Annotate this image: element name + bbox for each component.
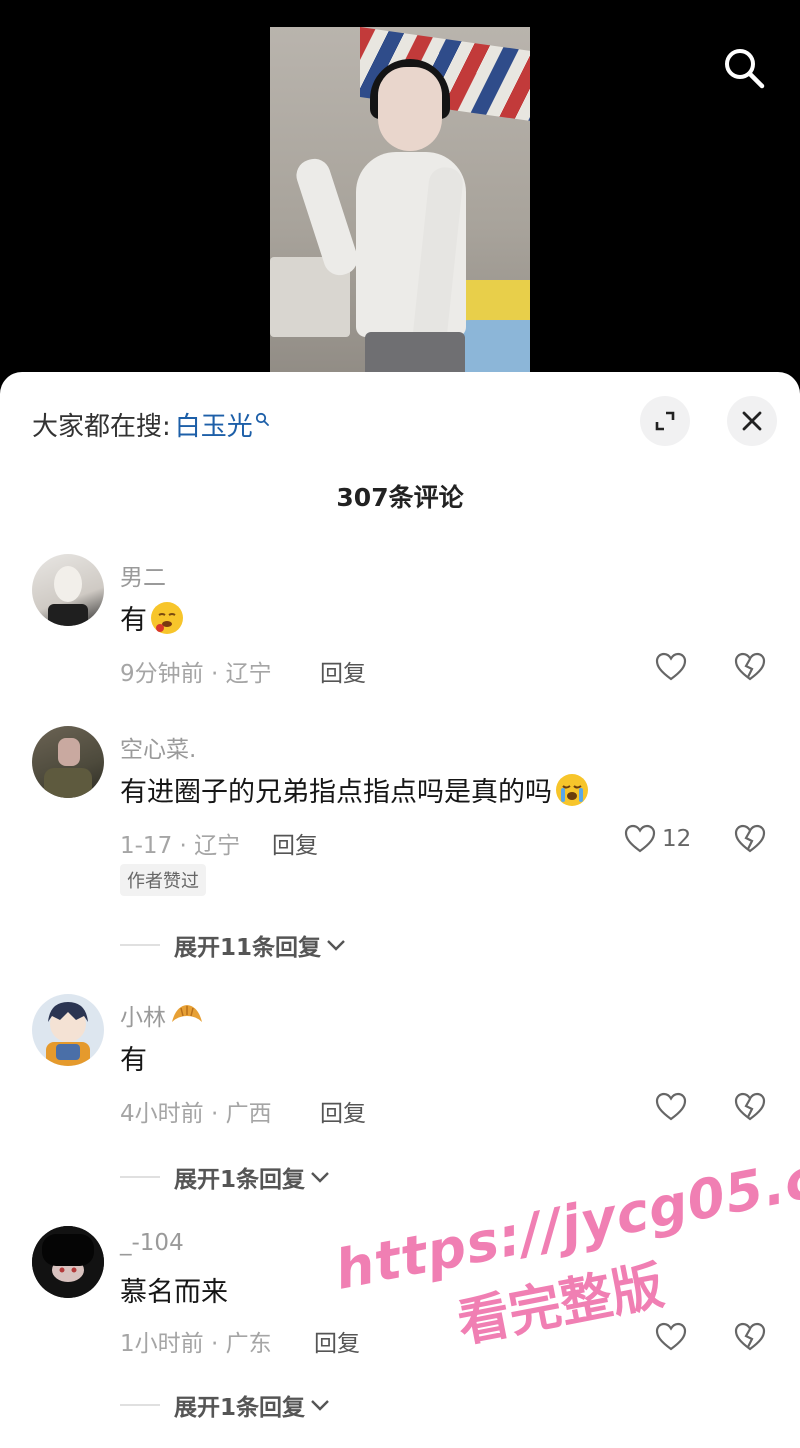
comment-meta: 1-17 · 辽宁 [120,833,241,859]
comment-username[interactable]: 男二 [120,558,166,592]
like-button[interactable]: 12 [624,824,691,854]
comment-username[interactable]: 小林 [120,998,204,1032]
figure-head-graphic [378,67,442,151]
close-icon [742,411,762,431]
sheet-header: 大家都在搜: 白玉光 [0,372,800,472]
chevron-down-icon [327,940,345,951]
comment-item: 小林 有 4小时前 · 广西 回复 展开1条回复 [0,992,800,1194]
heart-icon [655,1092,687,1121]
heart-icon [655,1322,687,1351]
expand-replies-button[interactable]: 展开1条回复 [120,1160,331,1194]
divider-line [120,1404,160,1406]
avatar[interactable] [32,726,104,798]
comment-text: 慕名而来 [120,1277,228,1308]
dislike-button[interactable] [734,652,766,686]
comment-username[interactable]: _-104 [120,1230,184,1256]
comment-item: _-104 慕名而来 1小时前 · 广东 回复 展开1条回复 [0,1224,800,1424]
broken-heart-icon [734,652,766,681]
broken-heart-icon [734,824,766,853]
avatar-figure-graphic [44,738,92,798]
divider-line [120,1176,160,1178]
divider-line [120,944,160,946]
heart-icon [624,824,656,853]
comment-item: 男二 有 9分钟前 · 辽宁 回复 [0,552,800,702]
video-thumbnail[interactable] [270,27,530,390]
heart-icon [655,652,687,681]
broken-heart-icon [734,1092,766,1121]
crying-face-emoji [556,773,588,806]
comment-meta: 4小时前 · 广西 [120,1101,272,1127]
like-button[interactable] [655,652,693,682]
expand-replies-label: 展开1条回复 [174,1395,306,1421]
expand-replies-label: 展开11条回复 [174,935,322,961]
avatar[interactable] [32,994,104,1066]
croissant-emoji [170,1002,204,1028]
reply-button[interactable]: 回复 [320,654,366,688]
close-button[interactable] [727,396,777,446]
comment-text: 有 [120,1045,147,1076]
comment-meta: 1小时前 · 广东 [120,1331,272,1357]
like-button[interactable] [655,1322,693,1352]
avatar-figure-graphic [32,1226,104,1298]
comment-text: 有进圈子的兄弟指点指点吗是真的吗 [120,770,588,809]
trending-search-prefix: 大家都在搜: [32,412,171,442]
sleepy-face-emoji [151,601,183,634]
reply-button[interactable]: 回复 [272,826,318,860]
avatar-figure-graphic [48,566,88,626]
comment-count-title: 307条评论 [336,483,464,512]
comment-text: 有 [120,598,183,637]
video-area[interactable] [0,0,800,390]
dislike-button[interactable] [734,824,766,858]
search-icon [255,412,269,426]
broken-heart-icon [734,1322,766,1351]
comment-item: 空心菜. 有进圈子的兄弟指点指点吗是真的吗 1-17 · 辽宁 回复 12 作者… [0,724,800,964]
search-button[interactable] [718,42,770,94]
chevron-down-icon [311,1400,329,1411]
avatar-figure-graphic [46,1002,90,1066]
dislike-button[interactable] [734,1092,766,1126]
trending-search[interactable]: 大家都在搜: 白玉光 [32,406,269,443]
expand-replies-button[interactable]: 展开11条回复 [120,928,347,962]
comment-sheet: 大家都在搜: 白玉光 307条评论 男二 有 9分钟前 · 辽宁 回复 空心菜.… [0,372,800,1448]
like-count: 12 [662,826,692,852]
comment-username[interactable]: 空心菜. [120,730,196,764]
search-icon [725,49,765,89]
trending-search-term[interactable]: 白玉光 [175,406,253,443]
author-liked-badge: 作者赞过 [120,864,206,896]
comment-meta: 9分钟前 · 辽宁 [120,661,272,687]
chevron-down-icon [311,1172,329,1183]
dislike-button[interactable] [734,1322,766,1356]
expand-button[interactable] [640,396,690,446]
reply-button[interactable]: 回复 [314,1324,360,1358]
avatar[interactable] [32,554,104,626]
expand-replies-label: 展开1条回复 [174,1167,306,1193]
like-button[interactable] [655,1092,693,1122]
reply-button[interactable]: 回复 [320,1094,366,1128]
expand-icon [655,411,675,431]
expand-replies-button[interactable]: 展开1条回复 [120,1388,331,1422]
avatar[interactable] [32,1226,104,1298]
